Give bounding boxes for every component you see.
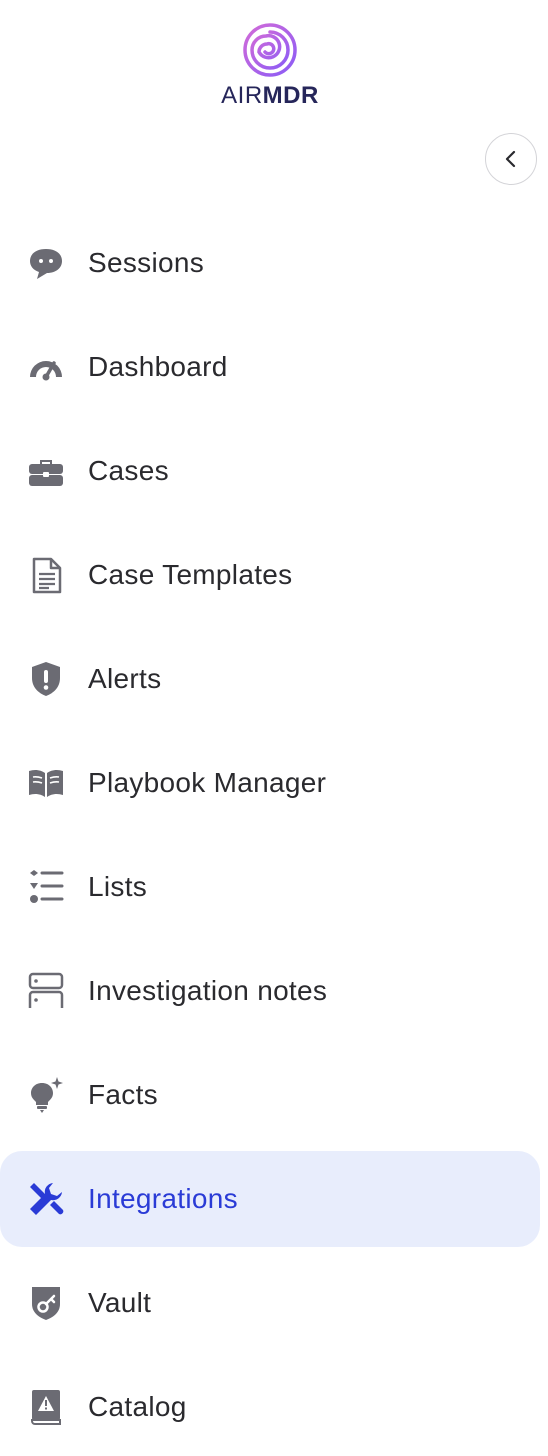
logo-wordmark: AIRMDR — [0, 82, 540, 110]
nav-item-alerts[interactable]: Alerts — [0, 631, 540, 727]
speedometer-icon — [26, 347, 66, 387]
nav-label: Sessions — [88, 247, 205, 278]
sidebar: AIRMDR Sessions Dashboard Cases Case Tem… — [0, 0, 548, 1456]
nav-item-facts[interactable]: Facts — [0, 1047, 540, 1143]
nav-item-catalog[interactable]: Catalog — [0, 1359, 540, 1455]
airmdr-logo[interactable]: AIRMDR — [0, 18, 540, 114]
nav-label: Facts — [88, 1079, 158, 1110]
nav-item-playbook-manager[interactable]: Playbook Manager — [0, 735, 540, 831]
nav-label: Alerts — [88, 663, 162, 694]
nav-menu: Sessions Dashboard Cases Case Templates … — [0, 215, 540, 1456]
spiral-logo-icon — [243, 23, 297, 77]
list-icon — [26, 867, 66, 907]
nav-item-cases[interactable]: Cases — [0, 423, 540, 519]
document-icon — [26, 555, 66, 595]
nav-label: Dashboard — [88, 351, 228, 382]
nav-item-sessions[interactable]: Sessions — [0, 215, 540, 311]
nav-label: Catalog — [88, 1391, 187, 1422]
tools-icon — [26, 1179, 66, 1219]
open-book-icon — [26, 763, 66, 803]
chevron-left-icon — [505, 150, 516, 168]
chat-bubble-icon — [26, 243, 66, 283]
collapse-sidebar-button[interactable] — [485, 133, 537, 185]
catalog-book-icon — [26, 1387, 66, 1427]
nav-label: Investigation notes — [88, 975, 328, 1006]
nav-item-lists[interactable]: Lists — [0, 839, 540, 935]
nav-item-case-templates[interactable]: Case Templates — [0, 527, 540, 623]
logo-word-mdr: MDR — [262, 82, 319, 109]
nav-item-investigation-notes[interactable]: Investigation notes — [0, 943, 540, 1039]
nav-label: Playbook Manager — [88, 767, 327, 798]
nav-label: Lists — [88, 871, 148, 902]
nav-label: Integrations — [88, 1183, 238, 1214]
briefcase-icon — [26, 451, 66, 491]
nav-label: Cases — [88, 455, 169, 486]
server-stack-icon — [26, 971, 66, 1011]
nav-item-integrations[interactable]: Integrations — [0, 1151, 540, 1247]
nav-item-dashboard[interactable]: Dashboard — [0, 319, 540, 415]
shield-alert-icon — [26, 659, 66, 699]
nav-label: Case Templates — [88, 559, 293, 590]
lightbulb-sparkle-icon — [26, 1075, 66, 1115]
logo-word-air: AIR — [221, 82, 263, 109]
nav-label: Vault — [88, 1287, 152, 1318]
shield-key-icon — [26, 1283, 66, 1323]
nav-item-vault[interactable]: Vault — [0, 1255, 540, 1351]
